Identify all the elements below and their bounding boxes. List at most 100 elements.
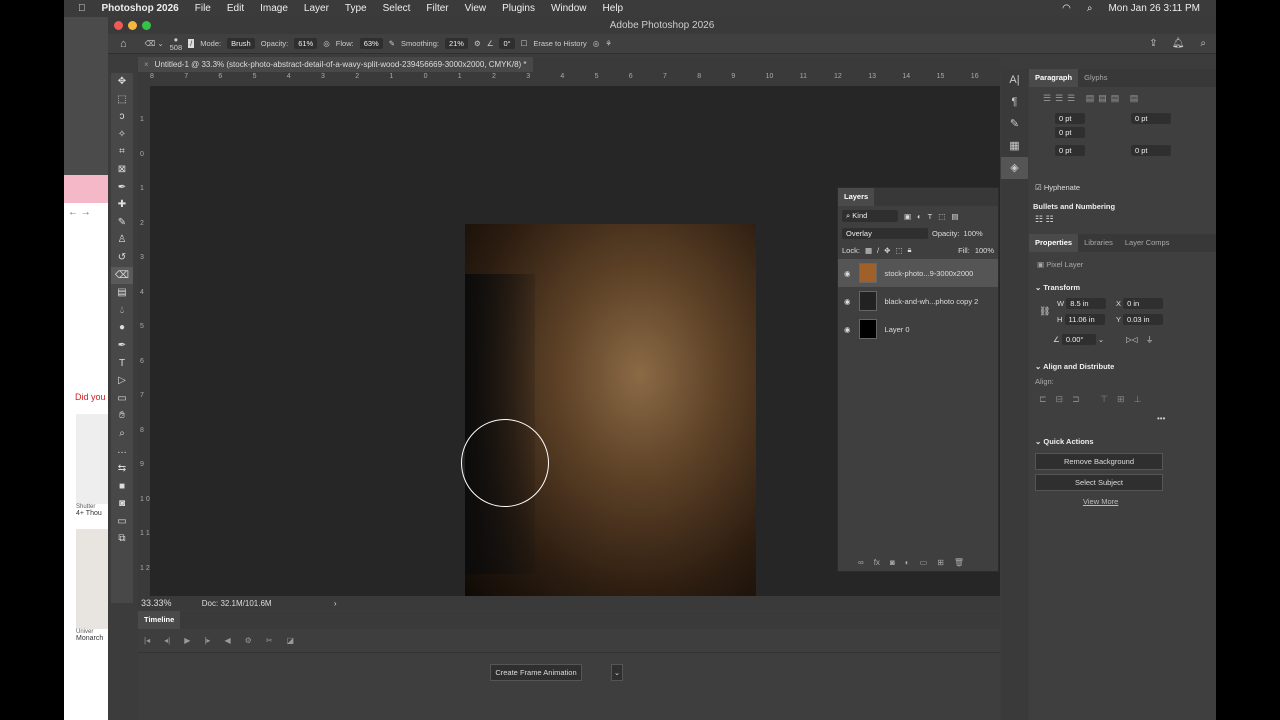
- hyphenate-checkbox[interactable]: ☑: [1035, 183, 1042, 192]
- menu-edit[interactable]: Edit: [227, 3, 244, 14]
- marquee-tool-icon[interactable]: ⬚: [111, 91, 133, 109]
- mode-select[interactable]: Brush: [227, 38, 255, 49]
- more-icon[interactable]: •••: [1157, 414, 1165, 423]
- view-more-link[interactable]: View More: [1083, 497, 1118, 506]
- wifi-icon[interactable]: ◠: [1062, 3, 1071, 14]
- zoom-tool-icon[interactable]: ⌕: [111, 425, 133, 443]
- indent-left-input[interactable]: 0 pt: [1055, 113, 1085, 124]
- layer-name[interactable]: Layer 0: [885, 325, 910, 334]
- trash-icon[interactable]: 🗑︎: [954, 558, 964, 567]
- link-layers-icon[interactable]: ∞: [858, 558, 864, 567]
- filter-smart-icon[interactable]: ▤: [951, 212, 958, 221]
- menu-file[interactable]: File: [195, 3, 211, 14]
- tab-properties[interactable]: Properties: [1029, 234, 1079, 252]
- width-input[interactable]: 8.5 in: [1066, 298, 1107, 309]
- swatches-icon[interactable]: ▦: [1001, 135, 1028, 157]
- paragraph-align-buttons[interactable]: ☰☰☰ ▤▤▤ ▤: [1029, 87, 1216, 110]
- character-panel-icon[interactable]: A|: [1001, 69, 1028, 91]
- next-frame-icon[interactable]: |▸: [204, 636, 210, 645]
- tab-layers[interactable]: Layers: [838, 188, 875, 206]
- layer-name[interactable]: stock-photo...9-3000x2000: [885, 269, 974, 278]
- lock-position-icon[interactable]: ✥: [884, 246, 890, 255]
- more-tool-icon[interactable]: …: [111, 442, 133, 460]
- hand-tool-icon[interactable]: ✋︎: [111, 407, 133, 425]
- prev-frame-icon[interactable]: ◂|: [164, 636, 170, 645]
- clock[interactable]: Mon Jan 26 3:11 PM: [1108, 3, 1200, 14]
- erase-to-history-checkbox[interactable]: ☐: [521, 39, 528, 48]
- transition-icon[interactable]: ◪: [286, 636, 294, 645]
- angle-input[interactable]: 0°: [499, 38, 515, 49]
- filter-type-icon[interactable]: T: [928, 212, 933, 221]
- blur-tool-icon[interactable]: 💧︎: [111, 302, 133, 320]
- screen-mode-tool-icon[interactable]: ▭: [111, 513, 133, 531]
- frame-tool-icon[interactable]: ⊠: [111, 161, 133, 179]
- apple-icon[interactable]: : [78, 3, 86, 14]
- filter-shape-icon[interactable]: ⬚: [938, 212, 945, 221]
- path-select-tool-icon[interactable]: ▷: [111, 372, 133, 390]
- brush-preset-picker[interactable]: ● 508: [170, 35, 183, 52]
- mask-icon[interactable]: ◙: [890, 558, 895, 567]
- eye-icon[interactable]: ◉: [844, 297, 851, 306]
- pressure-opacity-icon[interactable]: ◎: [323, 39, 330, 48]
- swap-colors-tool-icon[interactable]: ⇆: [111, 460, 133, 478]
- document-tab[interactable]: × Untitled-1 @ 33.3% (stock-photo-abstrac…: [138, 57, 533, 72]
- pen-tool-icon[interactable]: ✒: [111, 337, 133, 355]
- share-icon[interactable]: ⇪: [1149, 38, 1157, 49]
- layer-row[interactable]: ◉ stock-photo...9-3000x2000: [838, 259, 998, 287]
- close-tab-icon[interactable]: ×: [144, 60, 149, 69]
- menu-view[interactable]: View: [465, 3, 487, 14]
- document-image[interactable]: [465, 224, 756, 601]
- opacity-input[interactable]: 61%: [294, 38, 318, 49]
- eye-icon[interactable]: ◉: [844, 269, 851, 278]
- paragraph-panel-icon[interactable]: ¶: [1001, 91, 1028, 113]
- close-window-button[interactable]: [114, 21, 123, 30]
- lock-all-icon[interactable]: 🔒︎: [908, 245, 912, 255]
- zoom-level[interactable]: 33.33%: [141, 598, 172, 608]
- first-frame-icon[interactable]: |◂: [144, 636, 150, 645]
- flow-input[interactable]: 63%: [359, 38, 383, 49]
- create-frame-animation-button[interactable]: Create Frame Animation: [490, 664, 582, 681]
- crop-tool-icon[interactable]: ⌗: [111, 143, 133, 161]
- menu-image[interactable]: Image: [260, 3, 288, 14]
- remove-background-button[interactable]: Remove Background: [1035, 453, 1163, 470]
- filter-pixel-icon[interactable]: ▣: [904, 212, 911, 221]
- browser-window[interactable]: ← → Did you Shutter 4+ Thou Univer Monar…: [64, 175, 108, 720]
- status-arrow-icon[interactable]: ›: [334, 599, 337, 608]
- tab-glyphs[interactable]: Glyphs: [1078, 69, 1113, 87]
- numbered-list-icon[interactable]: ☷: [1046, 214, 1054, 224]
- group-icon[interactable]: ▭: [920, 558, 928, 567]
- tab-timeline[interactable]: Timeline: [138, 611, 181, 629]
- rectangle-tool-icon[interactable]: ▭: [111, 390, 133, 408]
- layers-panel-icon[interactable]: ◈: [1001, 157, 1028, 179]
- healing-tool-icon[interactable]: ✚: [111, 196, 133, 214]
- quick-mask-tool-icon[interactable]: ◙: [111, 495, 133, 513]
- menu-plugins[interactable]: Plugins: [502, 3, 535, 14]
- type-tool-icon[interactable]: T: [111, 355, 133, 373]
- y-input[interactable]: 0.03 in: [1122, 314, 1163, 325]
- eyedropper-tool-icon[interactable]: ✒: [111, 179, 133, 197]
- filter-adjustment-icon[interactable]: ◐: [917, 212, 922, 221]
- search-icon[interactable]: ⌕: [1200, 38, 1206, 49]
- bullet-list-icon[interactable]: ☷: [1035, 214, 1043, 224]
- quick-select-tool-icon[interactable]: ✧: [111, 126, 133, 144]
- layer-row[interactable]: ◉ Layer 0: [838, 315, 998, 343]
- layer-filter-select[interactable]: ⌕ Kind: [842, 210, 898, 222]
- pressure-size-icon[interactable]: ◎: [593, 39, 600, 48]
- tab-paragraph[interactable]: Paragraph: [1029, 69, 1079, 87]
- play-icon[interactable]: ▶: [184, 636, 190, 645]
- fill-input[interactable]: 100%: [975, 246, 994, 255]
- spotlight-icon[interactable]: ⌕: [1087, 3, 1093, 14]
- menu-type[interactable]: Type: [345, 3, 367, 14]
- tab-layer-comps[interactable]: Layer Comps: [1119, 234, 1176, 252]
- history-brush-tool-icon[interactable]: ↺: [111, 249, 133, 267]
- dodge-tool-icon[interactable]: ●: [111, 319, 133, 337]
- new-layer-icon[interactable]: ⊞: [937, 558, 944, 567]
- settings-icon[interactable]: ⚙: [245, 636, 252, 645]
- scissors-icon[interactable]: ✂: [266, 636, 273, 645]
- brush-tool-icon[interactable]: ✎: [111, 214, 133, 232]
- flip-horizontal-icon[interactable]: ▷◁: [1126, 335, 1138, 344]
- rotation-input[interactable]: 0.00°: [1061, 334, 1096, 345]
- menu-window[interactable]: Window: [551, 3, 587, 14]
- blend-mode-select[interactable]: Overlay: [842, 228, 928, 239]
- link-icon[interactable]: ⛓: [1039, 306, 1050, 317]
